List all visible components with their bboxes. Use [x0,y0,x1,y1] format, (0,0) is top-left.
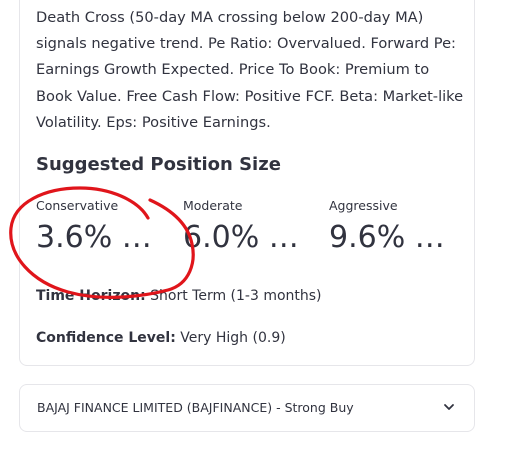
metric-aggressive: Aggressive 9.6% … [329,198,445,256]
time-horizon: Time Horizon: Short Term (1-3 months) [36,288,322,304]
analysis-text: Death Cross (50-day MA crossing below 20… [36,9,464,131]
confidence-level: Confidence Level: Very High (0.9) [36,330,286,346]
metric-label: Aggressive [329,198,398,213]
time-horizon-label: Time Horizon: [36,288,146,304]
metric-value: 6.0% … [183,220,299,255]
page: Death Cross (50-day MA crossing below 20… [0,0,509,461]
expander-label: BAJAJ FINANCE LIMITED (BAJFINANCE) - Str… [37,400,354,415]
metric-label: Conservative [36,198,119,213]
confidence-label: Confidence Level: [36,330,176,346]
metric-moderate: Moderate 6.0% … [183,198,299,256]
chevron-down-icon[interactable] [441,399,457,415]
metric-conservative: Conservative 3.6% … [36,198,152,256]
metric-label: Moderate [183,198,243,213]
metric-value: 9.6% … [329,220,445,255]
stock-expander[interactable]: BAJAJ FINANCE LIMITED (BAJFINANCE) - Str… [19,384,475,432]
metric-value: 3.6% … [36,220,152,255]
time-horizon-value: Short Term (1-3 months) [145,288,322,304]
confidence-value: Very High (0.9) [175,330,286,346]
position-size-title: Suggested Position Size [36,154,281,175]
